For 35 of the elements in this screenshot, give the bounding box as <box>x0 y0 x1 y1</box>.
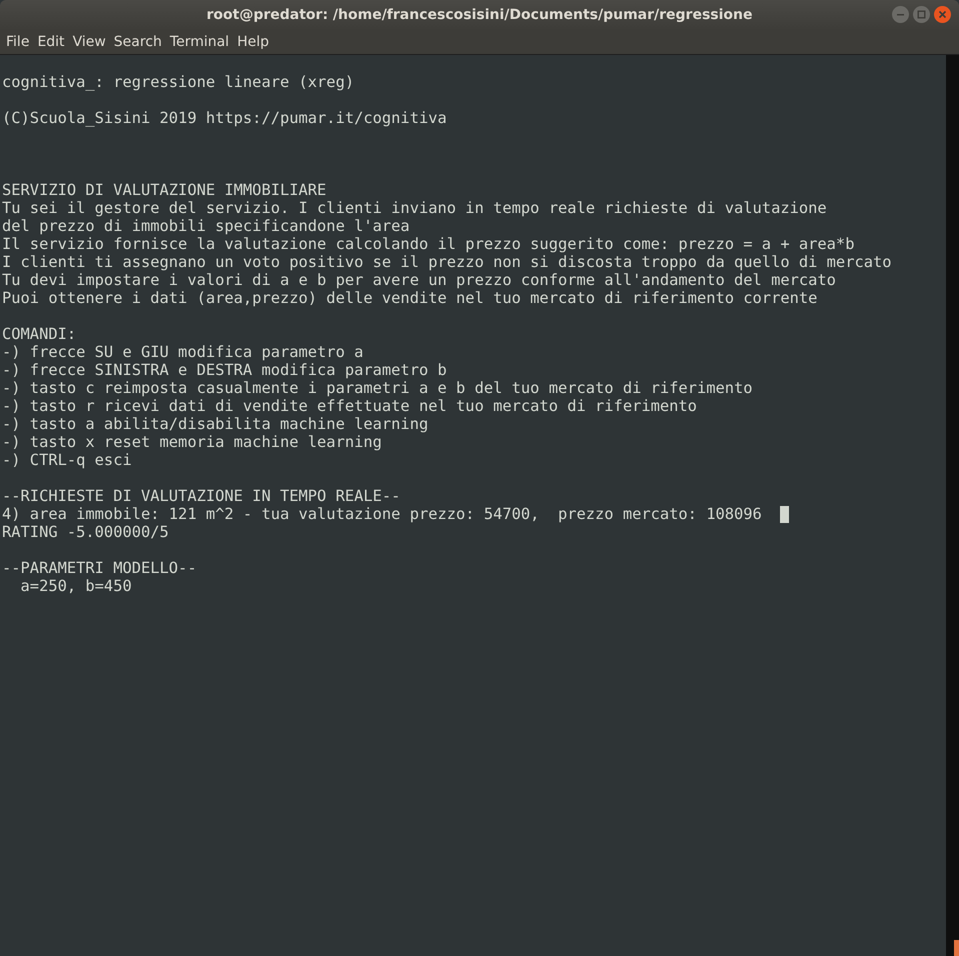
minimize-button[interactable] <box>892 6 909 23</box>
terminal-line: -) tasto x reset memoria machine learning <box>2 433 382 451</box>
menu-item[interactable]: Search <box>110 34 166 50</box>
terminal-line: -) tasto c reimposta casualmente i parametri a e b del tuo mercato di riferimento <box>2 379 753 397</box>
terminal-line: COMANDI: <box>2 325 76 343</box>
menu-item[interactable]: Help <box>233 34 273 50</box>
window-title: root@predator: /home/francescosisini/Documents/pumar/regressione <box>206 7 752 23</box>
terminal-line: --RICHIESTE DI VALUTAZIONE IN TEMPO REALE-- <box>2 487 400 505</box>
terminal-line: del prezzo di immobili specificandone l'area <box>2 217 410 235</box>
terminal-line: I clienti ti assegnano un voto positivo se il prezzo non si discosta troppo da quello di mercato <box>2 253 892 271</box>
terminal-line: (C)Scuola_Sisini 2019 https://pumar.it/cognitiva <box>2 109 447 127</box>
terminal-line: -) CTRL-q esci <box>2 451 132 469</box>
terminal-line: -) frecce SINISTRA e DESTRA modifica parametro b <box>2 361 447 379</box>
terminal-line: a=250, b=450 <box>20 577 132 595</box>
maximize-icon <box>917 10 926 19</box>
terminal-line: 4) area immobile: 121 m^2 - tua valutazione prezzo: 54700, prezzo mercato: 108096 <box>2 505 762 523</box>
terminal-line: Il servizio fornisce la valutazione calcolando il prezzo suggerito come: prezzo = a + area*b <box>2 235 854 253</box>
terminal-line: RATING -5.000000/5 <box>2 523 169 541</box>
maximize-button[interactable] <box>913 6 930 23</box>
terminal-line: -) tasto r ricevi dati di vendite effettuate nel tuo mercato di riferimento <box>2 397 697 415</box>
terminal-line: --PARAMETRI MODELLO-- <box>2 559 197 577</box>
close-button[interactable] <box>934 6 951 23</box>
terminal-line: Tu devi impostare i valori di a e b per avere un prezzo conforme all'andamento del mercato <box>2 271 836 289</box>
menu-item[interactable]: View <box>68 34 110 50</box>
terminal-line: -) tasto a abilita/disabilita machine learning <box>2 415 428 433</box>
terminal-line: SERVIZIO DI VALUTAZIONE IMMOBILIARE <box>2 181 326 199</box>
scrollbar-thumb[interactable] <box>954 940 959 956</box>
menu-item[interactable]: File <box>2 34 34 50</box>
terminal-line: Tu sei il gestore del servizio. I clienti inviano in tempo reale richieste di valutazione <box>2 199 827 217</box>
close-icon <box>938 10 947 19</box>
menu-item[interactable]: Edit <box>33 34 69 50</box>
terminal-line: -) frecce SU e GIU modifica parametro a <box>2 343 364 361</box>
terminal-line: Puoi ottenere i dati (area,prezzo) delle vendite nel tuo mercato di riferimento corrente <box>2 289 818 307</box>
terminal-line: cognitiva_: regressione lineare (xreg) <box>2 73 354 91</box>
menu-item[interactable]: Terminal <box>166 34 234 50</box>
